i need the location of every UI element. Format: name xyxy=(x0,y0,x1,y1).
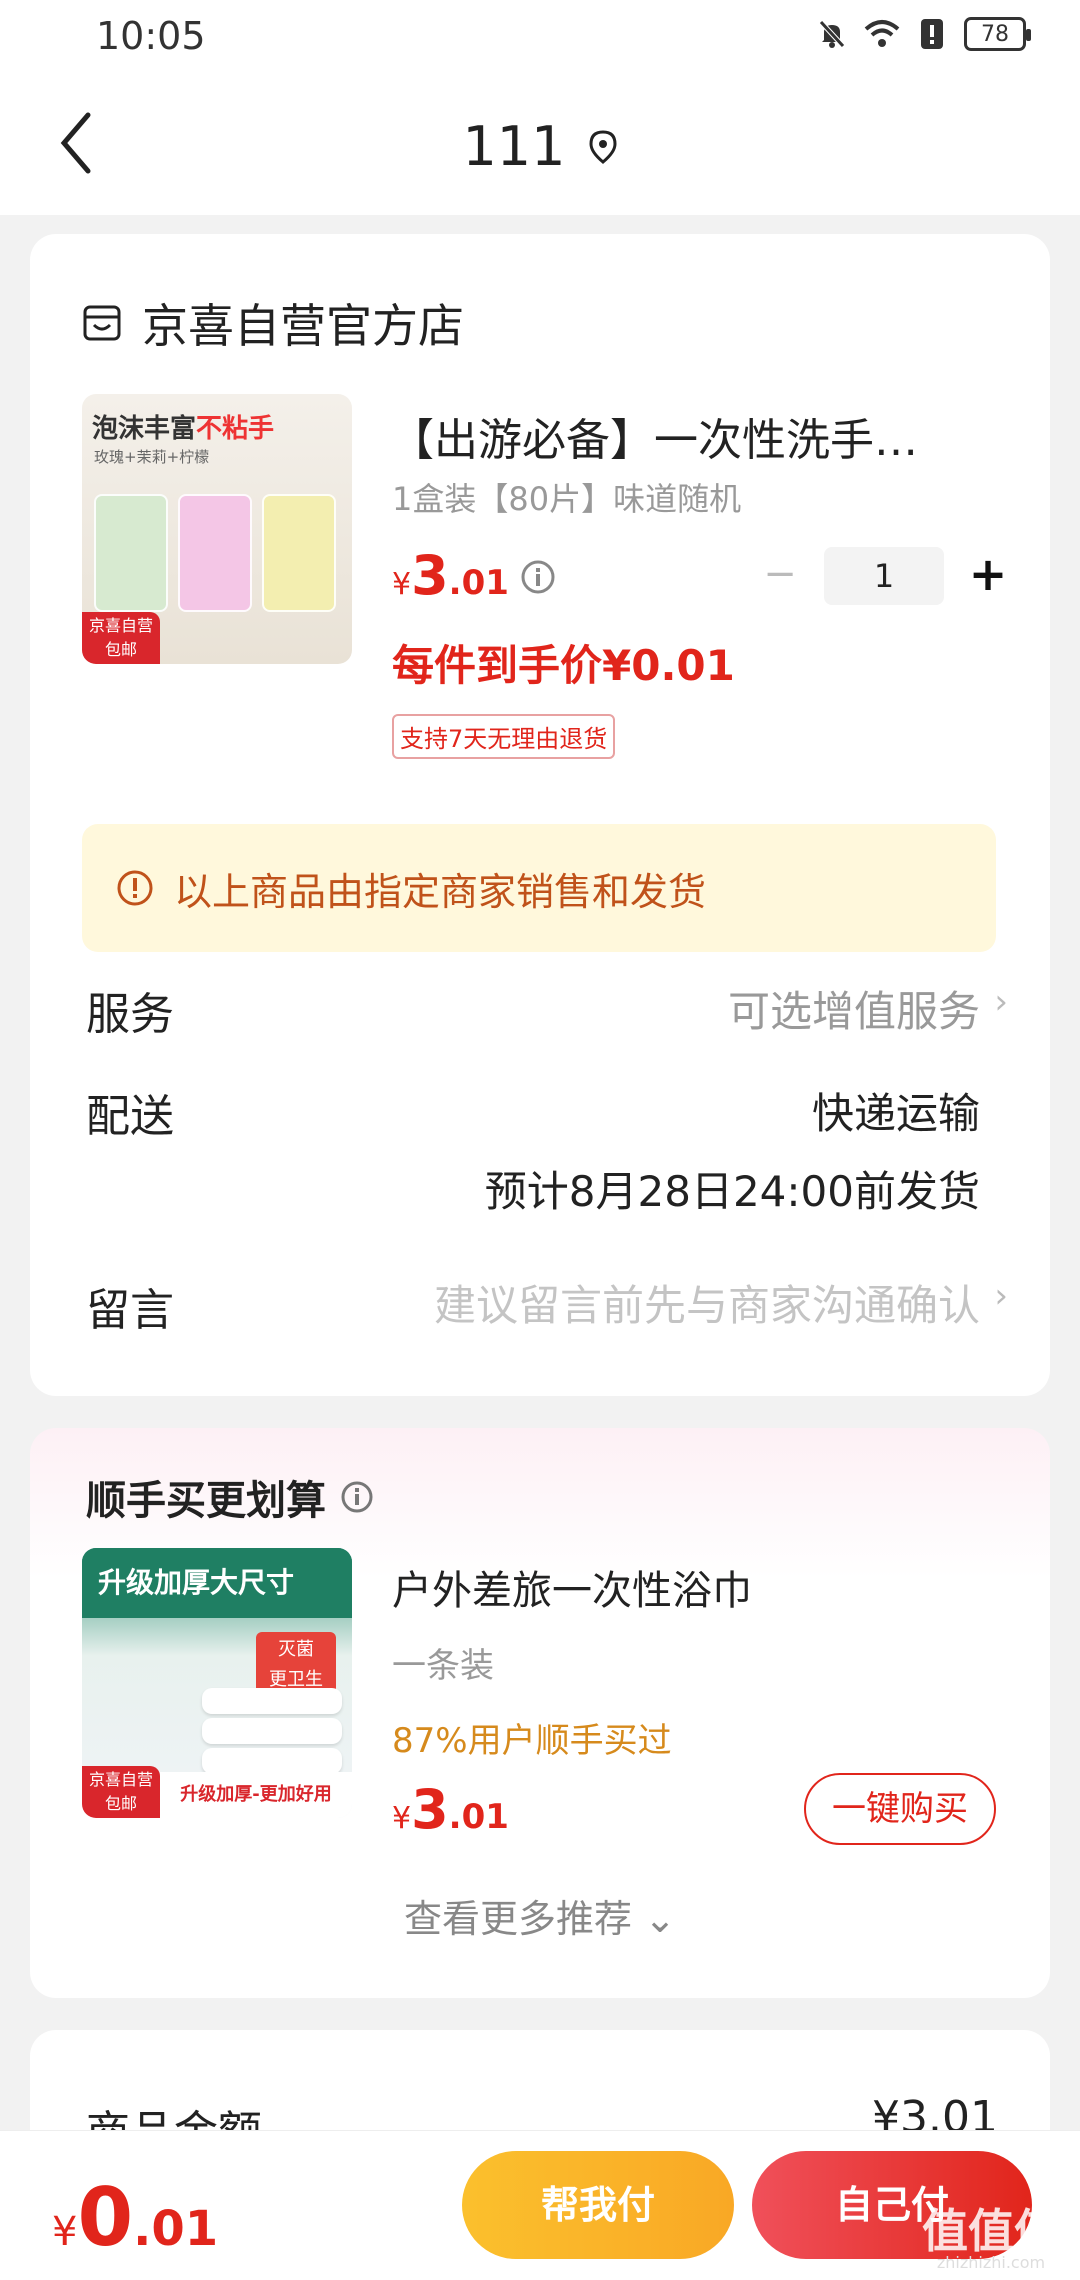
seller-notice: 以上商品由指定商家销售和发货 xyxy=(82,824,996,952)
soap-box-yellow xyxy=(262,494,336,612)
recommend-image-strip: 升级加厚-更加好用 xyxy=(160,1772,352,1818)
store-header[interactable]: 京喜自营官方店 xyxy=(82,290,464,356)
notice-info-icon xyxy=(117,870,153,906)
delivery-method: 快递运输 xyxy=(811,1089,980,1138)
soap-box-pink xyxy=(178,494,252,612)
price-info-icon[interactable] xyxy=(520,559,556,595)
nav-title: 111 xyxy=(462,115,566,178)
delivery-label: 配送 xyxy=(86,1091,174,1142)
recommend-price: ¥ 3 .01 xyxy=(392,1778,509,1841)
product-image-caption: 泡沫丰富不粘手 xyxy=(92,414,275,444)
recommend-card: 顺手买更划算 升级加厚大尺寸 灭菌 更卫生 升级加厚-更加好用 京喜自营 包邮 户外… xyxy=(30,1428,1050,1998)
recommend-header: 顺手买更划算 xyxy=(86,1468,374,1526)
store-card: 京喜自营官方店 泡沫丰富不粘手 玫瑰+茉莉+柠檬 京喜自营 包邮 【出游必备】一次… xyxy=(30,234,1050,1396)
quantity-stepper: − 1 + xyxy=(750,547,1018,605)
product-image-subcaption: 玫瑰+茉莉+柠檬 xyxy=(94,448,210,466)
self-operated-tag: 京喜自营 包邮 xyxy=(82,1766,160,1818)
mute-bell-icon xyxy=(814,16,850,52)
towel-shape xyxy=(202,1688,342,1714)
nav-bar: 111 xyxy=(0,75,1080,215)
delivery-eta: 预计8月28日24:00前发货 xyxy=(484,1167,980,1216)
message-label: 留言 xyxy=(86,1285,174,1336)
recommend-spec: 一条装 xyxy=(392,1646,494,1686)
status-time: 10:05 xyxy=(96,14,206,58)
message-chevron-icon[interactable]: › xyxy=(994,1276,1008,1316)
recommend-title: 顺手买更划算 xyxy=(86,1478,326,1524)
towel-shape xyxy=(202,1718,342,1744)
recommend-users: 87%用户顺手买过 xyxy=(392,1721,672,1761)
service-label: 服务 xyxy=(86,989,174,1040)
status-icons: 78 xyxy=(814,16,1031,52)
nav-title-wrap: 111 xyxy=(0,115,1080,178)
towel-shape xyxy=(202,1748,342,1774)
product-image[interactable]: 泡沫丰富不粘手 玫瑰+茉莉+柠檬 京喜自营 包邮 xyxy=(82,394,352,664)
sim-alert-icon xyxy=(914,16,950,52)
service-chevron-icon[interactable]: › xyxy=(994,982,1008,1022)
more-recommend-button[interactable]: 查看更多推荐 ⌄ xyxy=(30,1888,1050,1943)
recommend-image[interactable]: 升级加厚大尺寸 灭菌 更卫生 升级加厚-更加好用 京喜自营 包邮 xyxy=(82,1548,352,1818)
status-bar: 10:05 78 xyxy=(0,0,1080,75)
total-price: ¥ 0 .01 xyxy=(52,2171,219,2264)
product-price: ¥ 3 .01 xyxy=(392,544,509,607)
location-pin-icon[interactable] xyxy=(588,129,618,164)
recommend-name[interactable]: 户外差旅一次性浴巾 xyxy=(392,1558,752,1616)
service-value[interactable]: 可选增值服务 xyxy=(728,978,980,1039)
soap-box-green xyxy=(94,494,168,612)
store-icon xyxy=(83,305,121,341)
self-operated-tag: 京喜自营 包邮 xyxy=(82,612,160,664)
message-input[interactable]: 建议留言前先与商家沟通确认 xyxy=(434,1272,980,1333)
store-name: 京喜自营官方店 xyxy=(142,299,464,353)
watermark: 值值值 zhizhizhi.com xyxy=(922,2204,1060,2272)
return-policy-badge: 支持7天无理由退货 xyxy=(392,714,616,759)
recommend-info-icon[interactable] xyxy=(340,1480,374,1514)
quantity-input[interactable]: 1 xyxy=(824,547,944,605)
product-title[interactable]: 【出游必备】一次性洗手… xyxy=(390,404,1010,468)
product-spec: 1盒装【80片】味道随机 xyxy=(392,480,742,518)
one-click-buy-button[interactable]: 一键购买 xyxy=(804,1773,996,1845)
chevron-down-icon: ⌄ xyxy=(644,1897,676,1941)
battery-icon: 78 xyxy=(964,17,1031,51)
bottom-bar: ¥ 0 .01 帮我付 自己付 值值值 zhizhizhi.com xyxy=(0,2130,1080,2280)
notice-text: 以上商品由指定商家销售和发货 xyxy=(174,869,707,914)
hand-price: 每件到手价¥0.01 xyxy=(392,641,735,690)
wifi-icon xyxy=(864,16,900,52)
recommend-image-caption: 升级加厚大尺寸 xyxy=(82,1548,352,1618)
quantity-minus-button[interactable]: − xyxy=(750,551,810,601)
quantity-plus-button[interactable]: + xyxy=(958,551,1018,601)
help-pay-button[interactable]: 帮我付 xyxy=(462,2151,734,2259)
